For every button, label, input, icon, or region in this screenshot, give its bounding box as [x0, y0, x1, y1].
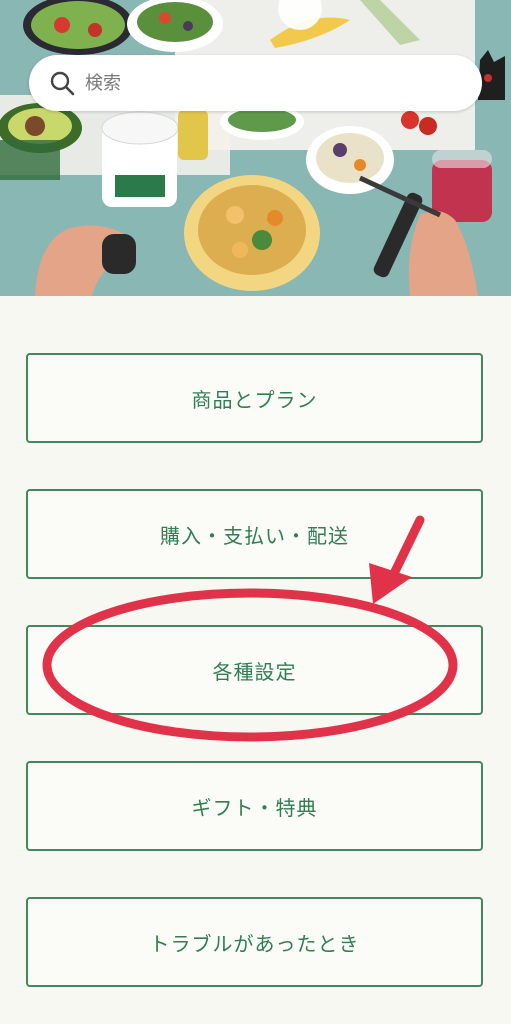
- search-icon: [47, 68, 77, 98]
- menu-item-gifts-and-perks[interactable]: ギフト・特典: [26, 761, 483, 851]
- search-input[interactable]: [85, 63, 445, 103]
- menu-item-label: ギフト・特典: [191, 795, 318, 820]
- search-bar[interactable]: [29, 55, 482, 111]
- hero-image: [0, 0, 511, 296]
- menu-item-label: 購入・支払い・配送: [160, 523, 349, 548]
- menu-item-label: 商品とプラン: [191, 387, 318, 412]
- menu-item-purchase-payment-shipping[interactable]: 購入・支払い・配送: [26, 489, 483, 579]
- menu-item-troubleshooting[interactable]: トラブルがあったとき: [26, 897, 483, 987]
- menu-item-label: トラブルがあったとき: [149, 931, 360, 956]
- menu-item-products-and-plans[interactable]: 商品とプラン: [26, 353, 483, 443]
- menu-item-label: 各種設定: [212, 659, 297, 684]
- menu-item-settings[interactable]: 各種設定: [26, 625, 483, 715]
